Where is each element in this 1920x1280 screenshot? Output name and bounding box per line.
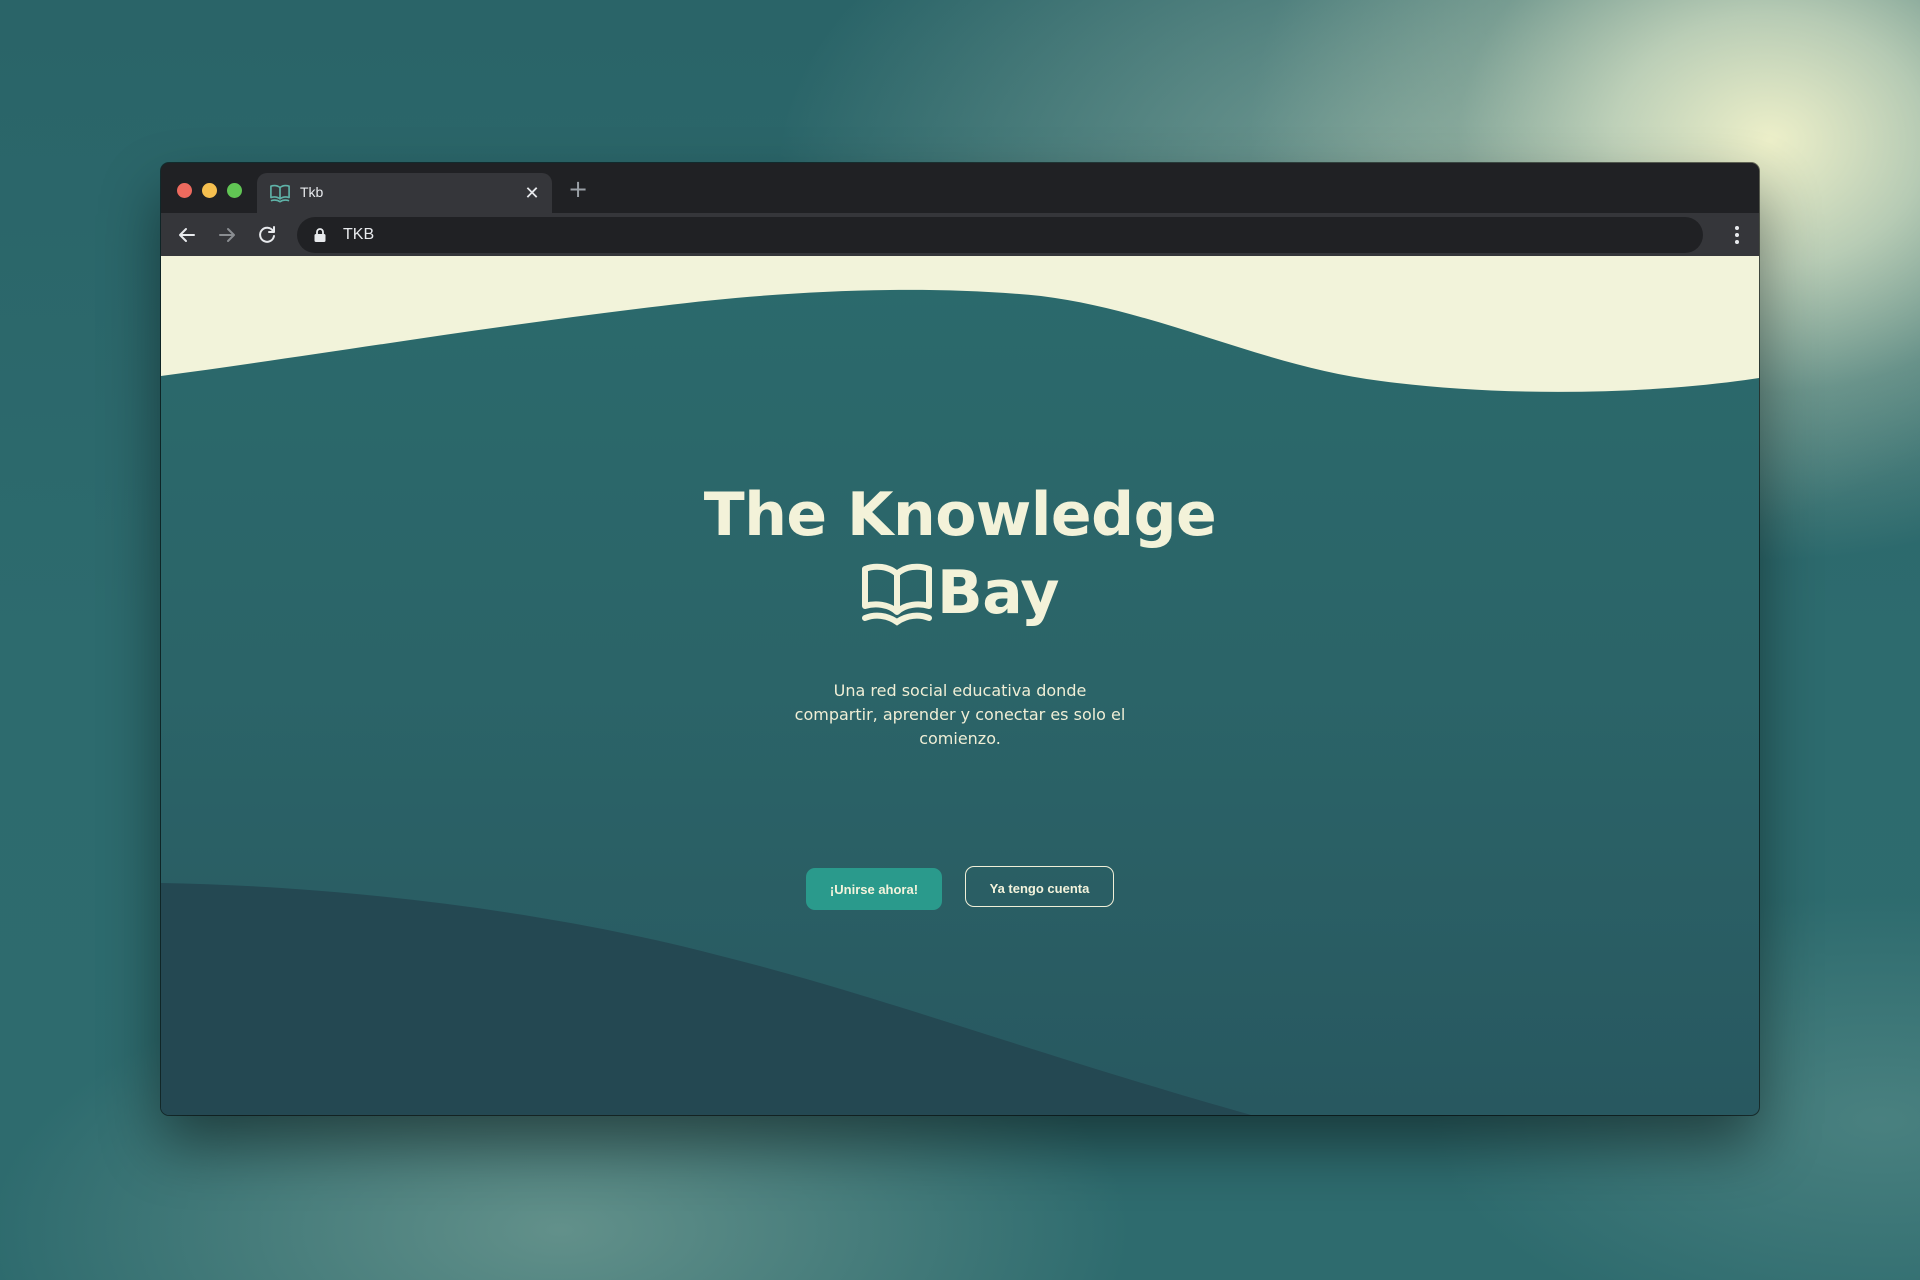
join-now-button[interactable]: ¡Unirse ahora! [806,868,942,910]
address-text: TKB [343,226,375,243]
plus-icon[interactable]: + [566,177,590,202]
minimize-window-button[interactable] [202,183,217,198]
lock-icon [313,227,327,243]
title-line-1: The Knowledge [703,480,1217,550]
title-line-2: Bay [161,554,1759,632]
reload-icon[interactable] [253,221,281,249]
close-window-button[interactable] [177,183,192,198]
hero-subtitle: Una red social educativa donde compartir… [794,681,1126,748]
maximize-window-button[interactable] [227,183,242,198]
back-arrow-icon[interactable] [173,221,201,249]
forward-arrow-icon[interactable] [213,221,241,249]
bottom-dark-wave [161,883,1251,1115]
book-icon [269,183,291,203]
tab-strip: Tkb ✕ + [161,163,1759,213]
top-cream-wave [161,256,1759,392]
kebab-menu-icon[interactable] [1731,223,1743,247]
browser-window: Tkb ✕ + TKB The Knowledge Bay Una red so… [161,163,1759,1115]
hero-title: The Knowledge Bay [161,476,1759,632]
browser-toolbar: TKB [161,213,1759,256]
browser-tab[interactable]: Tkb ✕ [257,173,552,213]
login-button[interactable]: Ya tengo cuenta [965,866,1114,907]
page-viewport: The Knowledge Bay Una red social educati… [161,256,1759,1115]
title-word-bay: Bay [937,558,1060,628]
close-icon[interactable]: ✕ [522,183,542,203]
tab-title: Tkb [300,184,324,200]
book-logo-icon [861,562,933,628]
address-bar[interactable]: TKB [297,217,1703,253]
